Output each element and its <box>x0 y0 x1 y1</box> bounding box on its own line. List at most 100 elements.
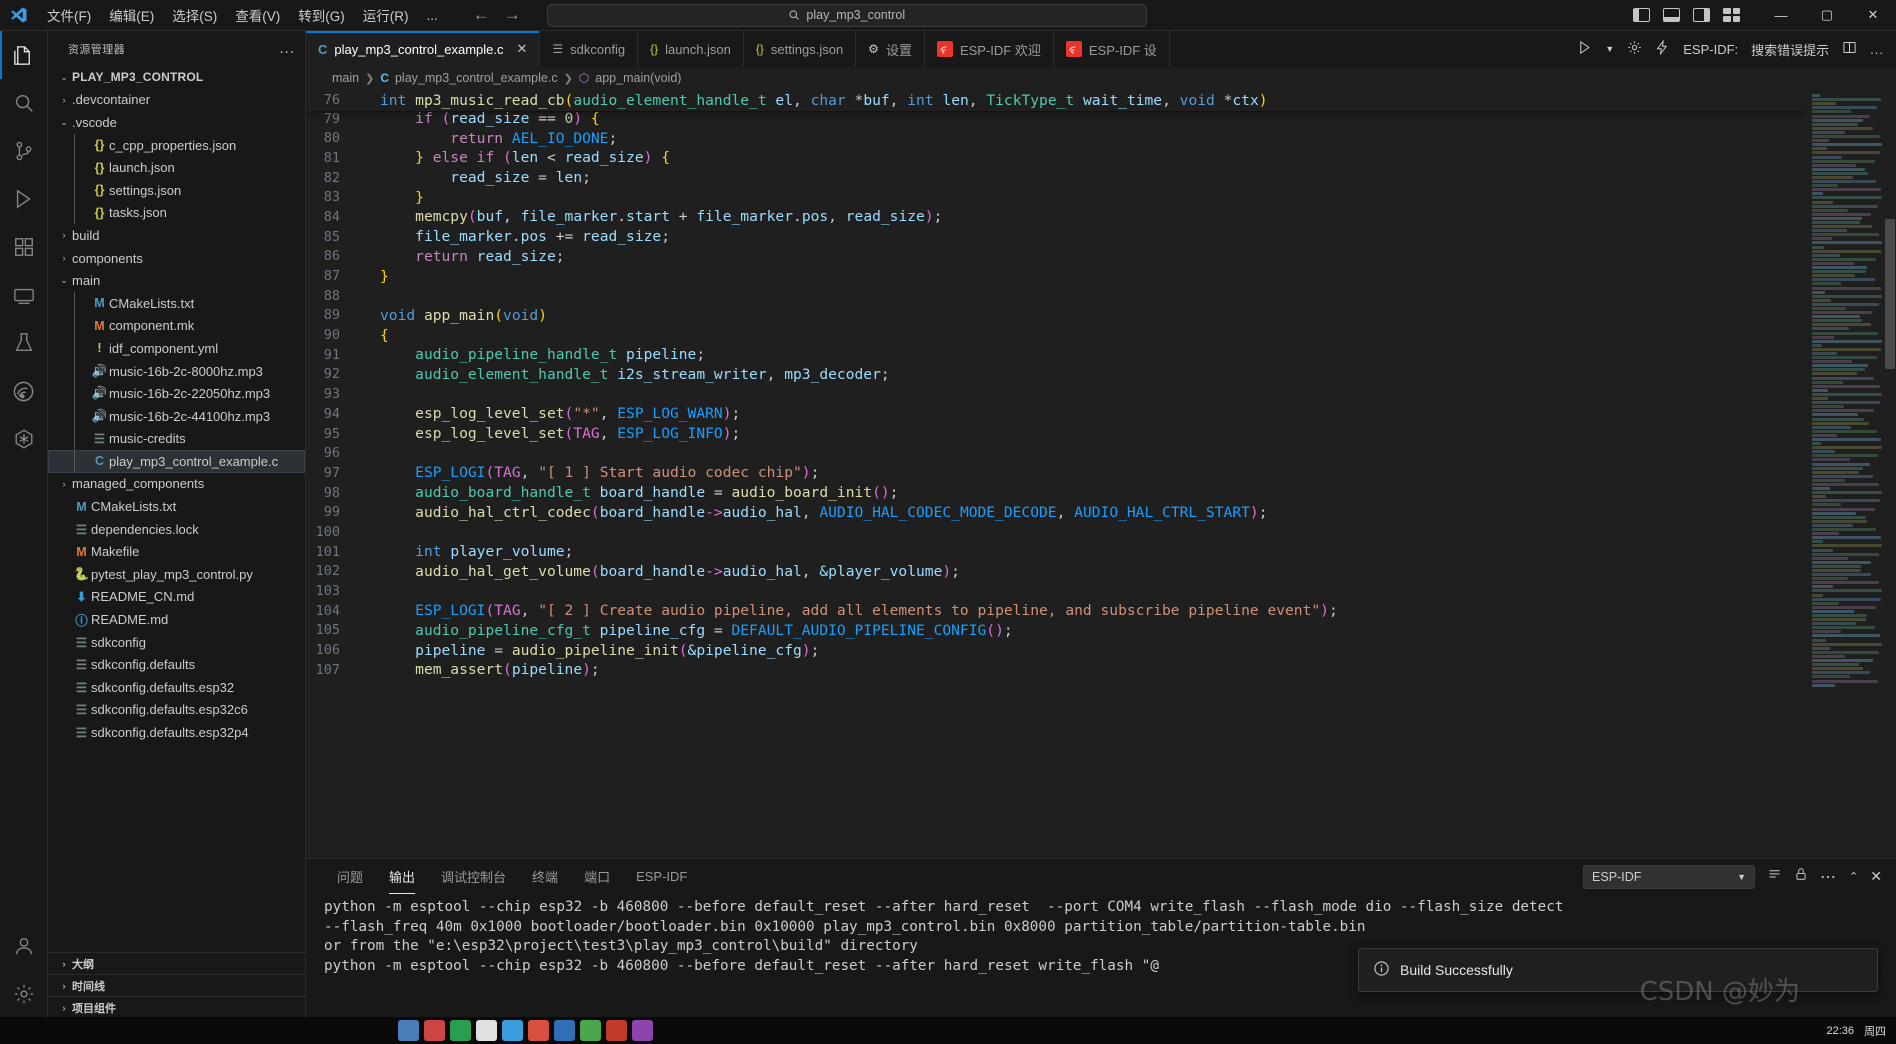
tree-file[interactable]: 🔊 music-16b-2c-22050hz.mp3 <box>48 382 305 405</box>
panel-more-icon[interactable]: ⋯ <box>1820 867 1837 887</box>
menu-edit[interactable]: 编辑(E) <box>100 2 163 28</box>
panel-tab-终端[interactable]: 终端 <box>519 859 571 894</box>
panel-tab-端口[interactable]: 端口 <box>571 859 623 894</box>
tree-file[interactable]: Cplay_mp3_control_example.c <box>48 450 305 473</box>
code-line[interactable]: 80 return AEL_IO_DONE; <box>306 128 1806 148</box>
activity-remote-icon[interactable] <box>0 271 48 319</box>
editor-tab-ESP-IDF 欢迎[interactable]: ESP-IDF 欢迎 <box>924 31 1054 67</box>
chevron-down-icon[interactable]: ⌄ <box>56 117 72 128</box>
taskbar-app-3-icon[interactable] <box>450 1020 471 1041</box>
chevron-right-icon[interactable]: › <box>56 230 72 240</box>
menu-view[interactable]: 查看(V) <box>226 2 289 28</box>
editor-more-icon[interactable]: ... <box>1870 42 1884 57</box>
chevron-right-icon[interactable]: › <box>56 253 72 263</box>
file-tree[interactable]: ⌄ PLAY_MP3_CONTROL › .devcontainer ⌄ .vscode{… <box>48 66 305 952</box>
notification-toast[interactable]: Build Successfully <box>1358 948 1878 992</box>
code-line[interactable]: 82 read_size = len; <box>306 168 1806 188</box>
code-line[interactable]: 79 if (read_size == 0) { <box>306 109 1806 129</box>
panel-tab-输出[interactable]: 输出 <box>376 859 428 894</box>
code-line[interactable]: 105 audio_pipeline_cfg_t pipeline_cfg = … <box>306 621 1806 641</box>
tree-file[interactable]: {} c_cpp_properties.json <box>48 133 305 157</box>
tree-file[interactable]: M CMakeLists.txt <box>48 291 305 315</box>
code-line[interactable]: 101 int player_volume; <box>306 542 1806 562</box>
code-line[interactable]: 103 <box>306 581 1806 601</box>
panel-close-icon[interactable]: ✕ <box>1870 868 1882 885</box>
editor-tab-sdkconfig[interactable]: ☰ sdkconfig <box>540 31 639 67</box>
activity-search-icon[interactable] <box>0 79 48 127</box>
toggle-primary-sidebar-icon[interactable] <box>1633 8 1650 22</box>
taskbar-app-10-icon[interactable] <box>632 1020 653 1041</box>
menu-run[interactable]: 运行(R) <box>354 2 418 28</box>
tree-file[interactable]: ☰ music-credits <box>48 427 305 451</box>
tree-file[interactable]: ⬇ README_CN.md <box>48 586 305 609</box>
menu-goto[interactable]: 转到(G) <box>289 2 354 28</box>
code-line[interactable]: 89 void app_main(void) <box>306 306 1806 326</box>
activity-extensions-icon[interactable] <box>0 223 48 271</box>
tree-file[interactable]: {} tasks.json <box>48 201 305 225</box>
code-line[interactable]: 86 return read_size; <box>306 247 1806 267</box>
tree-file[interactable]: ⓘ README.md <box>48 608 305 631</box>
tree-file[interactable]: ☰ sdkconfig.defaults.esp32 <box>48 676 305 699</box>
tree-file[interactable]: ☰ dependencies.lock <box>48 518 305 541</box>
tree-file[interactable]: ☰ sdkconfig.defaults.esp32p4 <box>48 721 305 744</box>
tree-folder[interactable]: › components <box>48 247 305 270</box>
search-error-label[interactable]: 搜索错误提示 <box>1751 40 1829 59</box>
tree-folder[interactable]: › .devcontainer <box>48 89 305 112</box>
output-channel-select[interactable]: ESP-IDF ▼ <box>1583 864 1756 889</box>
tree-file[interactable]: 🔊 music-16b-2c-44100hz.mp3 <box>48 404 305 428</box>
sidebar-section-大纲[interactable]: › 大纲 <box>48 952 305 974</box>
code-editor[interactable]: 76 int mp3_music_read_cb(audio_element_h… <box>306 89 1896 858</box>
tree-file[interactable]: M CMakeLists.txt <box>48 495 305 518</box>
code-surface[interactable]: 76 int mp3_music_read_cb(audio_element_h… <box>306 89 1806 858</box>
split-editor-icon[interactable] <box>1842 40 1857 58</box>
tree-folder[interactable]: › managed_components <box>48 473 305 496</box>
activity-account-icon[interactable] <box>0 922 48 970</box>
tree-folder[interactable]: ⌄ main <box>48 269 305 292</box>
code-line[interactable]: 91 audio_pipeline_handle_t pipeline; <box>306 345 1806 365</box>
chevron-up-icon[interactable]: ⌃ <box>1849 870 1858 883</box>
breadcrumb-file[interactable]: play_mp3_control_example.c <box>395 71 558 85</box>
editor-tab-settings.json[interactable]: {} settings.json <box>743 31 857 67</box>
code-line[interactable]: 96 <box>306 443 1806 463</box>
code-line[interactable]: 88 <box>306 286 1806 306</box>
code-line[interactable]: 94 esp_log_level_set("*", ESP_LOG_WARN); <box>306 404 1806 424</box>
explorer-more-actions-icon[interactable]: ... <box>279 40 295 57</box>
activity-settings-gear-icon[interactable] <box>0 970 48 1018</box>
back-arrow-icon[interactable]: ← <box>473 5 490 25</box>
editor-tab-play_mp3_control_example.c[interactable]: Cplay_mp3_control_example.c ✕ <box>306 31 541 67</box>
code-line[interactable]: 95 esp_log_level_set(TAG, ESP_LOG_INFO); <box>306 424 1806 444</box>
chevron-down-icon[interactable]: ⌄ <box>56 275 72 286</box>
taskbar-app-5-icon[interactable] <box>502 1020 523 1041</box>
menu-more[interactable]: ... <box>418 5 447 26</box>
minimap[interactable] <box>1806 89 1896 858</box>
code-line[interactable]: 97 ESP_LOGI(TAG, "[ 1 ] Start audio code… <box>306 463 1806 483</box>
code-line[interactable]: 93 <box>306 384 1806 404</box>
code-line[interactable]: 84 memcpy(buf, file_marker.start + file_… <box>306 207 1806 227</box>
editor-scrollbar-thumb[interactable] <box>1885 219 1895 369</box>
breadcrumb-folder[interactable]: main <box>332 71 359 85</box>
tree-file[interactable]: ☰ sdkconfig.defaults.esp32c6 <box>48 699 305 722</box>
toggle-panel-icon[interactable] <box>1663 8 1680 22</box>
activity-explorer-icon[interactable] <box>0 31 48 79</box>
close-button[interactable]: ✕ <box>1850 0 1896 31</box>
panel-tab-问题[interactable]: 问题 <box>324 859 376 894</box>
tray-time[interactable]: 22:36 <box>1826 1025 1854 1037</box>
maximize-button[interactable]: ▢ <box>1804 0 1850 31</box>
code-line[interactable]: 100 <box>306 522 1806 542</box>
editor-tab-ESP-IDF 设[interactable]: ESP-IDF 设 <box>1053 31 1170 67</box>
tree-file[interactable]: {} settings.json <box>48 178 305 202</box>
activity-testing-icon[interactable] <box>0 319 48 367</box>
customize-layout-icon[interactable] <box>1723 8 1740 22</box>
lock-icon[interactable] <box>1794 867 1808 886</box>
code-line[interactable]: 83 } <box>306 187 1806 207</box>
tray-date[interactable]: 周四 <box>1864 1023 1886 1039</box>
code-line[interactable]: 99 audio_hal_ctrl_codec(board_handle->au… <box>306 502 1806 522</box>
code-lines[interactable]: 78 int read_size = file_marker.end - fil… <box>306 89 1806 680</box>
activity-run-debug-icon[interactable] <box>0 175 48 223</box>
code-line[interactable]: 81 } else if (len < read_size) { <box>306 148 1806 168</box>
code-line[interactable]: 98 audio_board_handle_t board_handle = a… <box>306 483 1806 503</box>
tree-folder[interactable]: ⌄ .vscode <box>48 111 305 134</box>
chevron-down-icon[interactable]: ▼ <box>1605 44 1614 54</box>
forward-arrow-icon[interactable]: → <box>504 5 521 25</box>
tree-file[interactable]: 🔊 music-16b-2c-8000hz.mp3 <box>48 359 305 383</box>
